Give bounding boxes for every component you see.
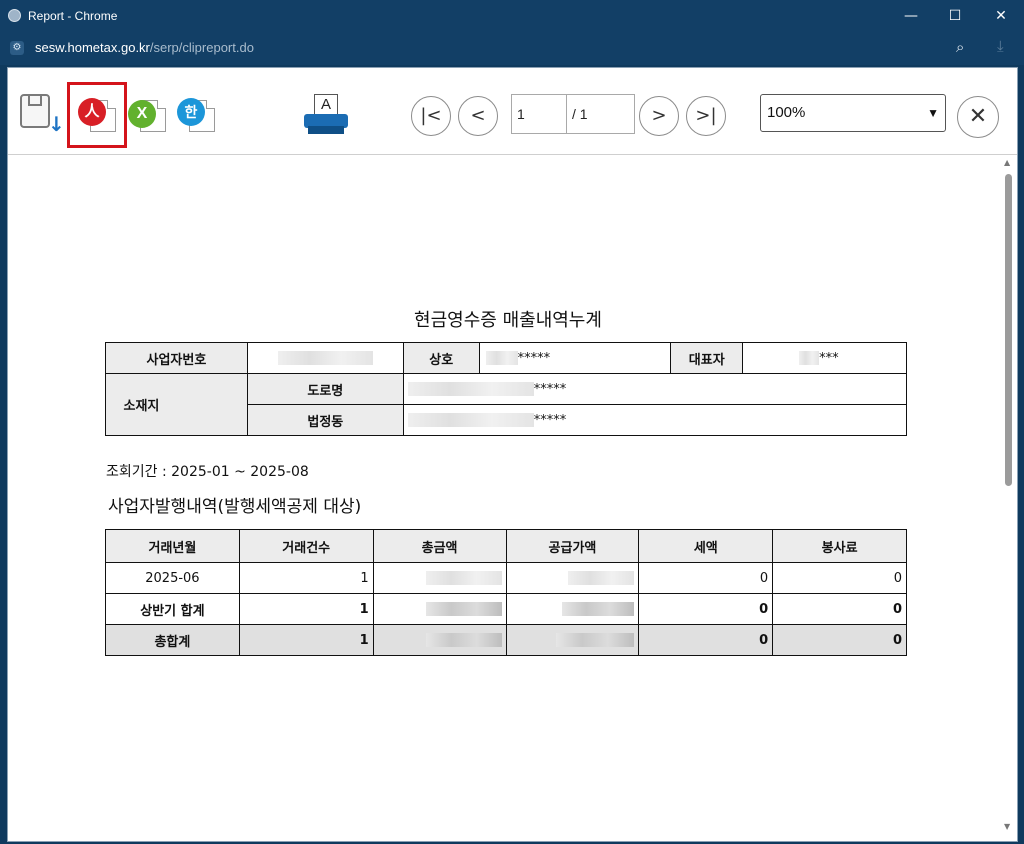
download-icon[interactable]: ⤓ xyxy=(997,37,1004,55)
company-label: 상호 xyxy=(402,342,480,374)
site-info-icon[interactable]: ⚙ xyxy=(10,41,24,55)
title-bar: Report - Chrome — ☐ ✕ xyxy=(0,0,1024,33)
vertical-scrollbar[interactable]: ▲ ▼ xyxy=(1001,156,1017,841)
section-title: 사업자발행내역(발행세액공제 대상) xyxy=(108,497,362,517)
table-row: 상반기 합계 1 0 0 xyxy=(105,593,907,625)
table-row: 2025-06 1 0 0 xyxy=(105,562,907,594)
period: 조회기간 : 2025-01 ~ 2025-08 xyxy=(106,464,309,480)
zoom-select[interactable]: 100% ▼ xyxy=(760,94,946,132)
close-window-button[interactable]: ✕ xyxy=(978,0,1024,33)
col-supply: 공급가액 xyxy=(505,529,640,563)
lot-value-cell: ***** xyxy=(402,404,908,436)
col-total: 총금액 xyxy=(372,529,507,563)
excel-icon[interactable]: X xyxy=(126,96,170,136)
sales-table: 거래년월 거래건수 총금액 공급가액 세액 봉사료 2025-06 1 0 0 … xyxy=(105,529,907,656)
window-title: Report - Chrome xyxy=(28,9,118,23)
lot-label: 법정동 xyxy=(307,414,344,430)
road-value: ***** xyxy=(533,381,567,397)
viewer-toolbar: ↓ 人 X 한 A |< < 1 / 1 > >| 100% ▼ ✕ xyxy=(8,68,1017,155)
lot-label-cell: 법정동 xyxy=(246,404,404,436)
close-viewer-button[interactable]: ✕ xyxy=(957,96,999,138)
chevron-down-icon: ▼ xyxy=(927,106,939,120)
report-page: 현금영수증 매출내역누계 사업자번호 상호 ***** 대표자 *** 소재지 … xyxy=(8,155,998,841)
ceo-value-cell: *** xyxy=(742,342,907,374)
address-label: 소재지 xyxy=(105,373,248,436)
col-service: 봉사료 xyxy=(772,529,907,563)
url-text[interactable]: sesw.hometax.go.kr/serp/clipreport.do xyxy=(35,40,254,55)
col-month: 거래년월 xyxy=(105,529,240,563)
col-count: 거래건수 xyxy=(238,529,374,563)
ceo-label: 대표자 xyxy=(670,342,744,374)
biz-no-label: 사업자번호 xyxy=(105,342,248,374)
first-page-button[interactable]: |< xyxy=(411,96,451,136)
chrome-icon xyxy=(8,9,21,22)
road-label-cell: 도로명 xyxy=(246,373,404,405)
biz-no-value xyxy=(246,342,404,374)
maximize-button[interactable]: ☐ xyxy=(932,0,978,33)
company-value: ***** xyxy=(517,350,551,366)
page-total: / 1 xyxy=(566,94,635,134)
report-title: 현금영수증 매출내역누계 xyxy=(414,310,602,331)
zoom-icon[interactable]: ⌕ xyxy=(956,38,964,56)
road-value-cell: ***** xyxy=(402,373,908,405)
road-label: 도로명 xyxy=(307,383,344,399)
scroll-down-icon[interactable]: ▼ xyxy=(1004,822,1010,831)
ceo-value: *** xyxy=(819,350,839,366)
scroll-up-icon[interactable]: ▲ xyxy=(1004,158,1010,167)
business-info-table: 사업자번호 상호 ***** 대표자 *** 소재지 도로명 ***** 법정동… xyxy=(105,342,908,436)
pdf-icon[interactable]: 人 xyxy=(76,96,120,136)
table-row: 총합계 1 0 0 xyxy=(105,624,907,656)
lot-value: ***** xyxy=(533,412,567,428)
address-bar[interactable]: ⚙ sesw.hometax.go.kr/serp/clipreport.do … xyxy=(0,33,1024,65)
hwp-icon[interactable]: 한 xyxy=(175,96,219,136)
col-tax: 세액 xyxy=(638,529,774,563)
print-icon[interactable]: A xyxy=(304,94,350,138)
prev-page-button[interactable]: < xyxy=(458,96,498,136)
report-viewer: ↓ 人 X 한 A |< < 1 / 1 > >| 100% ▼ ✕ ▲ ▼ 현… xyxy=(7,67,1018,842)
last-page-button[interactable]: >| xyxy=(686,96,726,136)
save-icon[interactable]: ↓ xyxy=(20,94,65,138)
minimize-button[interactable]: — xyxy=(888,0,934,33)
page-number-input[interactable]: 1 xyxy=(511,94,567,134)
next-page-button[interactable]: > xyxy=(639,96,679,136)
company-value-cell: ***** xyxy=(478,342,672,374)
